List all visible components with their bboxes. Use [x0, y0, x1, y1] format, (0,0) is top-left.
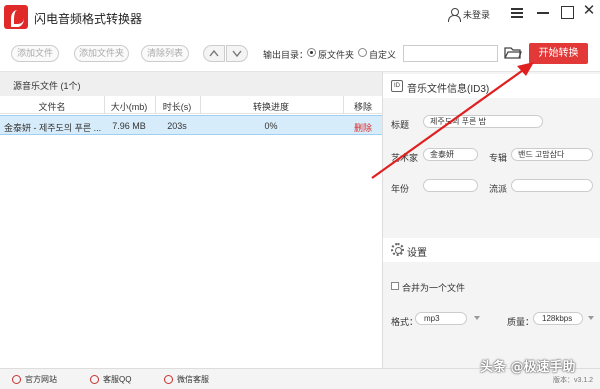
chevron-up-icon — [209, 49, 219, 57]
title-field[interactable]: 제주도의 푸른 밤 — [423, 115, 543, 128]
settings-section-title: 设置 — [407, 248, 427, 259]
website-link[interactable]: 官方网站 — [12, 374, 57, 385]
settings-section-header: 设置 — [383, 238, 600, 262]
album-label: 专辑 — [489, 153, 508, 163]
file-list-header: 源音乐文件 (1个) — [0, 72, 382, 96]
login-button[interactable]: 未登录 — [448, 6, 490, 22]
info-panel: ID 音乐文件信息(ID3) 标题 제주도의 푸른 밤 艺术家 金泰妍 专辑 밴… — [382, 72, 600, 368]
artist-label: 艺术家 — [391, 153, 419, 163]
row-filename: 金泰妍 - 제주도의 푸른 ... — [4, 123, 102, 133]
add-folder-button[interactable]: 添加文件夹 — [74, 45, 129, 62]
gear-icon — [391, 243, 404, 256]
toolbar: 添加文件 添加文件夹 清除列表 输出目录： 原文件夹 自定义 开始转换 — [0, 34, 600, 72]
id3-icon: ID — [391, 80, 403, 92]
custom-folder-radio[interactable] — [358, 48, 367, 57]
col-size: 大小(mb) — [110, 102, 148, 112]
file-list-panel: 源音乐文件 (1个) 文件名 大小(mb) 时长(s) 转换进度 移除 金泰妍 … — [0, 72, 382, 368]
add-file-button[interactable]: 添加文件 — [11, 45, 59, 62]
album-field[interactable]: 밴드 고맙삼다 — [511, 148, 593, 161]
menu-icon[interactable] — [510, 5, 524, 19]
app-title: 闪电音频格式转换器 — [34, 12, 143, 26]
chevron-down-icon — [232, 50, 242, 58]
table-row[interactable]: 金泰妍 - 제주도의 푸른 ... 7.96 MB 203s 0% 删除 — [0, 115, 382, 135]
format-value: mp3 — [424, 314, 440, 323]
minimize-icon[interactable] — [536, 5, 550, 19]
wechat-label: 微信客服 — [177, 375, 209, 384]
genre-label: 流派 — [489, 184, 508, 194]
output-path-input[interactable] — [403, 45, 498, 62]
home-icon — [12, 375, 21, 384]
artist-field[interactable]: 金泰妍 — [423, 148, 478, 161]
quality-label: 质量： — [507, 317, 535, 327]
output-dir-label: 输出目录： — [263, 50, 309, 60]
col-filename: 文件名 — [38, 102, 66, 112]
id3-section-header: ID 音乐文件信息(ID3) — [383, 74, 600, 98]
chevron-down-icon — [474, 316, 480, 320]
custom-folder-label: 自定义 — [369, 50, 397, 60]
year-label: 年份 — [391, 184, 410, 194]
col-remove: 移除 — [353, 102, 372, 112]
quality-value: 128kbps — [542, 314, 573, 323]
id3-section-title: 音乐文件信息(ID3) — [407, 84, 490, 95]
clear-list-button[interactable]: 清除列表 — [141, 45, 189, 62]
row-duration: 203s — [167, 121, 187, 131]
row-progress: 0% — [264, 121, 278, 131]
website-label: 官方网站 — [25, 375, 57, 384]
format-select[interactable]: mp3 — [415, 312, 480, 325]
title-bar: 闪电音频格式转换器 未登录 ✕ — [0, 0, 600, 34]
quality-select[interactable]: 128kbps — [533, 312, 594, 325]
col-duration: 时长(s) — [162, 102, 192, 112]
format-label: 格式： — [391, 317, 419, 327]
year-field[interactable] — [423, 179, 478, 192]
login-label: 未登录 — [463, 9, 491, 20]
app-logo-icon — [4, 5, 28, 29]
user-icon — [448, 7, 461, 22]
maximize-icon[interactable] — [560, 5, 574, 19]
merge-label: 合并为一个文件 — [402, 283, 466, 293]
chevron-down-icon — [588, 316, 594, 320]
col-progress: 转换进度 — [252, 102, 289, 112]
wechat-icon — [164, 375, 173, 384]
open-folder-icon[interactable] — [504, 46, 522, 60]
qq-link[interactable]: 客服QQ — [90, 374, 131, 385]
close-icon[interactable]: ✕ — [582, 3, 596, 19]
wechat-link[interactable]: 微信客服 — [164, 374, 209, 385]
version-label: 版本：v3.1.2 — [553, 377, 594, 384]
watermark: 头条 @极速手助 — [480, 360, 576, 375]
original-folder-radio[interactable] — [307, 48, 316, 57]
original-folder-label: 原文件夹 — [318, 50, 355, 60]
row-delete-link[interactable]: 删除 — [344, 121, 382, 134]
move-up-button[interactable] — [203, 45, 225, 62]
start-convert-button[interactable]: 开始转换 — [529, 43, 588, 64]
merge-checkbox[interactable] — [391, 282, 399, 290]
qq-label: 客服QQ — [103, 375, 132, 384]
genre-field[interactable] — [511, 179, 593, 192]
move-down-button[interactable] — [226, 45, 248, 62]
row-size: 7.96 MB — [112, 121, 146, 131]
title-label: 标题 — [391, 120, 410, 130]
table-header: 文件名 大小(mb) 时长(s) 转换进度 移除 — [0, 96, 382, 114]
qq-icon — [90, 375, 99, 384]
